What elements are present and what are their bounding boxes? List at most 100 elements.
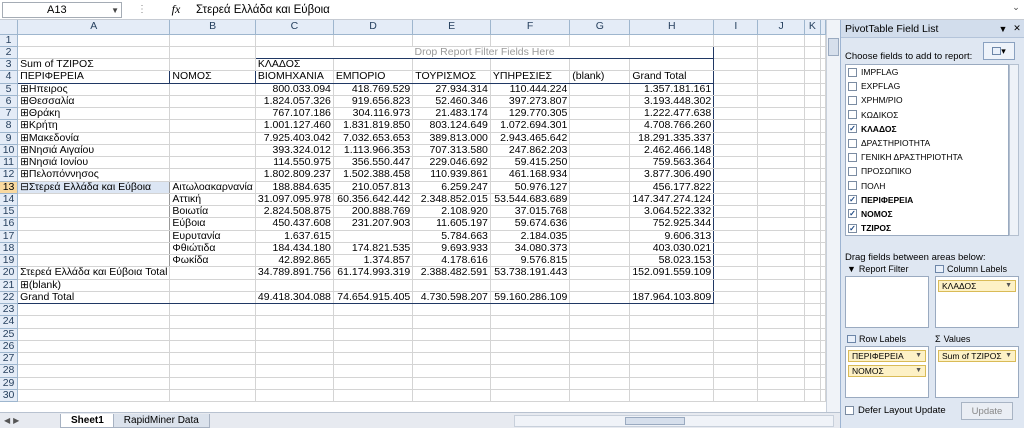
cell-e30[interactable] (412, 389, 491, 403)
cell-f8[interactable]: 1.072.694.301 (490, 119, 571, 133)
cell-i20[interactable] (713, 266, 759, 280)
cell-c23[interactable] (254, 303, 334, 317)
cell-i22[interactable] (713, 291, 759, 305)
cell-g11[interactable] (569, 156, 631, 170)
cell-b13[interactable]: Αιτωλοακαρνανία (169, 181, 256, 194)
cell-c19[interactable]: 42.892.865 (254, 254, 334, 268)
cell-k17[interactable] (804, 230, 822, 243)
cell-c22[interactable]: 49.418.304.088 (254, 290, 334, 305)
cell-g10[interactable] (569, 144, 631, 158)
cell-j24[interactable] (757, 315, 805, 329)
cell-c10[interactable]: 393.324.012 (254, 144, 334, 158)
cell-g7[interactable] (569, 107, 631, 121)
cell-d12[interactable]: 1.502.388.458 (333, 168, 414, 182)
cell-c9[interactable]: 7.925.403.042 (254, 132, 334, 145)
cell-d23[interactable] (333, 303, 414, 317)
cell-k7[interactable] (804, 107, 822, 121)
column-header-j[interactable]: J (757, 20, 805, 35)
row-labels-area[interactable]: ΠΕΡΙΦΕΡΕΙΑ ▼ ΝΟΜΟΣ ▼ (845, 346, 929, 398)
chevron-down-icon[interactable]: ▼ (915, 367, 922, 374)
cell-g22[interactable] (569, 290, 631, 305)
cell-i24[interactable] (713, 315, 759, 329)
cell-i6[interactable] (713, 95, 759, 109)
chevron-down-icon[interactable]: ▼ (1005, 282, 1012, 289)
cell-i25[interactable] (713, 328, 759, 341)
cell-h17[interactable]: 9.606.313 (629, 230, 715, 243)
cell-i17[interactable] (713, 230, 759, 243)
cell-d13[interactable]: 210.057.813 (333, 181, 414, 194)
row-header[interactable]: 1 (0, 34, 19, 47)
cell-b1[interactable] (169, 34, 256, 47)
cell-i10[interactable] (713, 144, 759, 158)
cell-b16[interactable]: Εύβοια (169, 217, 256, 231)
cell-c7[interactable]: 767.107.186 (254, 107, 334, 121)
cell-j14[interactable] (757, 193, 805, 207)
value-field-chip[interactable]: Sum of ΤΖΙΡΟΣ ▼ (938, 350, 1016, 362)
cell-g19[interactable] (569, 254, 631, 268)
cell-g4[interactable]: (blank) (569, 70, 631, 84)
column-header-f[interactable]: F (490, 20, 571, 35)
cell-f27[interactable] (490, 352, 571, 366)
cell-b27[interactable] (169, 352, 256, 366)
cell-h19[interactable]: 58.023.153 (629, 254, 715, 268)
cell-b14[interactable]: Αττική (169, 193, 256, 207)
cell-d11[interactable]: 356.550.447 (333, 156, 414, 170)
cell-a26[interactable] (17, 340, 171, 354)
cell-b17[interactable]: Ευρυτανία (169, 230, 256, 243)
cell-d9[interactable]: 7.032.653.653 (333, 132, 414, 145)
cell-j17[interactable] (757, 230, 805, 243)
row-header[interactable]: 12 (0, 168, 19, 182)
cell-i19[interactable] (713, 254, 759, 268)
cell-g24[interactable] (569, 315, 631, 329)
cell-f19[interactable]: 9.576.815 (490, 254, 571, 268)
cell-f5[interactable]: 110.444.224 (490, 83, 571, 96)
column-header-c[interactable]: C (255, 20, 334, 35)
cell-c14[interactable]: 31.097.095.978 (254, 193, 334, 207)
cell-e7[interactable]: 21.483.174 (412, 107, 491, 121)
cell-f4[interactable]: ΥΠΗΡΕΣΙΕΣ (490, 70, 571, 84)
field-checkbox[interactable]: ✓ (848, 124, 857, 134)
cell-g27[interactable] (569, 352, 631, 366)
cell-k8[interactable] (804, 119, 822, 133)
field-list-scrollbar[interactable] (1009, 64, 1019, 236)
row-header[interactable]: 10 (0, 144, 19, 158)
cell-i16[interactable] (713, 217, 759, 231)
cell-h8[interactable]: 4.708.766.260 (629, 119, 715, 133)
cell-h11[interactable]: 759.563.364 (629, 156, 715, 170)
cell-d24[interactable] (333, 315, 414, 329)
cell-g14[interactable] (569, 193, 631, 207)
cell-f28[interactable] (490, 364, 571, 378)
cell-e9[interactable]: 389.813.000 (412, 132, 491, 145)
cell-e24[interactable] (412, 315, 491, 329)
cell-g6[interactable] (569, 95, 631, 109)
cell-e20[interactable]: 2.388.482.591 (412, 266, 491, 280)
cell-e12[interactable]: 110.939.861 (412, 168, 491, 182)
column-header-d[interactable]: D (333, 20, 414, 35)
cell-k18[interactable] (804, 242, 822, 256)
column-header-a[interactable]: A (17, 20, 171, 35)
cell-f3[interactable] (490, 57, 571, 72)
cell-a4[interactable]: ΠΕΡΙΦΕΡΕΙΑ (17, 70, 171, 84)
column-header-k[interactable]: K (804, 20, 822, 35)
cell-c16[interactable]: 450.437.608 (254, 217, 334, 231)
cell-j2[interactable] (757, 46, 805, 60)
first-sheet-icon[interactable]: ◀ (4, 416, 10, 425)
cell-d26[interactable] (333, 340, 414, 354)
cell-h30[interactable] (629, 389, 715, 403)
cell-b20[interactable] (169, 266, 256, 280)
cell-j23[interactable] (757, 303, 805, 317)
cell-i21[interactable] (713, 279, 759, 292)
field-item[interactable]: ✓ ΠΕΡΙΦΕΡΕΙΑ (846, 193, 1008, 207)
cell-f29[interactable] (490, 377, 571, 390)
cell-k30[interactable] (804, 389, 822, 403)
cell-h12[interactable]: 3.877.306.490 (629, 168, 715, 182)
cell-e10[interactable]: 707.313.580 (412, 144, 491, 158)
cell-d4[interactable]: ΕΜΠΟΡΙΟ (333, 70, 414, 84)
cell-g26[interactable] (569, 340, 631, 354)
cell-g30[interactable] (569, 389, 631, 403)
cell-c28[interactable] (254, 364, 334, 378)
cell-a5[interactable]: ⊞Ηπειρος (17, 83, 171, 96)
cell-b2[interactable] (169, 46, 256, 60)
cell-b15[interactable]: Βοιωτία (169, 205, 256, 219)
cell-f23[interactable] (490, 303, 571, 317)
